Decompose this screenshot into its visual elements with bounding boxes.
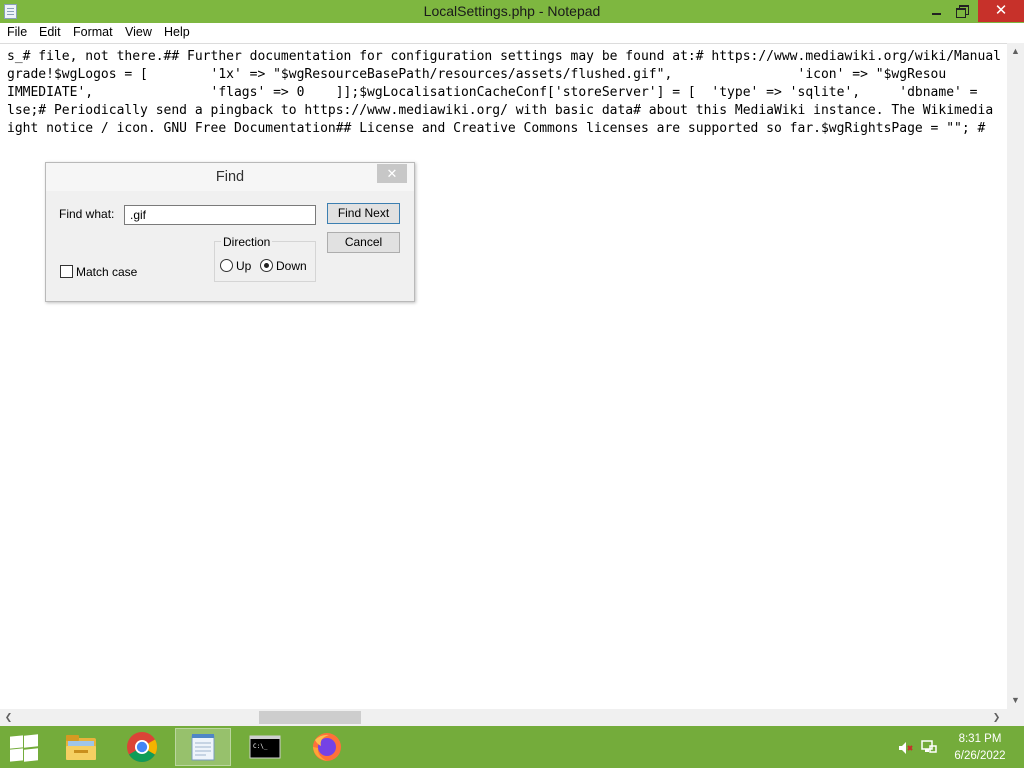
close-button[interactable]: ✕ <box>978 0 1024 22</box>
taskbar-chrome[interactable] <box>114 728 170 766</box>
windows-logo-icon <box>10 735 23 749</box>
scroll-right-arrow-icon[interactable]: ❯ <box>988 709 1005 726</box>
text-editor-area[interactable]: s_# file, not there.## Further documenta… <box>0 43 1007 709</box>
chrome-icon <box>127 732 158 763</box>
direction-down-radio[interactable] <box>260 259 273 272</box>
direction-up-label[interactable]: Up <box>236 259 251 273</box>
find-close-button[interactable]: ✕ <box>377 164 407 183</box>
find-what-label: Find what: <box>59 207 115 221</box>
windows-logo-icon <box>10 748 23 762</box>
find-dialog-title: Find <box>215 169 245 185</box>
taskbar-notepad[interactable] <box>175 728 231 766</box>
clock-time[interactable]: 8:31 PM <box>945 733 1015 745</box>
direction-down-label[interactable]: Down <box>276 259 307 273</box>
menu-bar: File Edit Format View Help <box>0 23 1024 43</box>
editor-line: s_# file, not there.## Further documenta… <box>7 49 1001 64</box>
menu-edit[interactable]: Edit <box>39 25 61 39</box>
cancel-button[interactable]: Cancel <box>327 232 400 253</box>
window-title-bar[interactable]: LocalSettings.php - Notepad ✕ <box>0 0 1024 23</box>
volume-muted-icon[interactable] <box>898 741 914 755</box>
maximize-button[interactable] <box>948 0 978 22</box>
firefox-icon <box>313 733 341 761</box>
scrollbar-corner <box>1007 709 1024 726</box>
notepad-icon <box>191 734 215 761</box>
folder-icon <box>66 735 96 760</box>
find-dialog-title-bar[interactable]: Find ✕ <box>46 163 414 191</box>
windows-logo-icon <box>24 734 38 748</box>
editor-line: grade!$wgLogos = [ '1x' => "$wgResourceB… <box>7 67 947 82</box>
scroll-up-arrow-icon[interactable]: ▲ <box>1007 43 1024 60</box>
match-case-checkbox[interactable] <box>60 265 73 278</box>
network-icon[interactable] <box>921 739 937 755</box>
clock-date[interactable]: 6/26/2022 <box>945 750 1015 762</box>
find-what-input[interactable] <box>124 205 316 225</box>
editor-line: ight notice / icon. GNU Free Documentati… <box>7 121 986 136</box>
window-title: LocalSettings.php - Notepad <box>423 3 601 19</box>
scroll-left-arrow-icon[interactable]: ❮ <box>0 709 17 726</box>
menu-help[interactable]: Help <box>164 25 190 39</box>
taskbar-command-prompt[interactable]: C:\_ <box>237 728 293 766</box>
vertical-scrollbar[interactable]: ▲ ▼ <box>1007 43 1024 709</box>
find-dialog: Find ✕ Find what: Find Next Cancel Direc… <box>45 162 415 302</box>
scroll-down-arrow-icon[interactable]: ▼ <box>1007 692 1024 709</box>
match-case-label[interactable]: Match case <box>76 265 137 279</box>
taskbar-file-explorer[interactable] <box>53 728 109 766</box>
start-button[interactable] <box>8 734 38 762</box>
menu-file[interactable]: File <box>7 25 27 39</box>
find-next-button[interactable]: Find Next <box>327 203 400 224</box>
taskbar: C:\_ 8:31 PM 6/26/2022 <box>0 726 1024 768</box>
svg-text:C:\_: C:\_ <box>253 743 268 750</box>
direction-label: Direction <box>221 235 273 249</box>
horizontal-scroll-thumb[interactable] <box>259 711 361 724</box>
menu-format[interactable]: Format <box>73 25 113 39</box>
menu-view[interactable]: View <box>125 25 152 39</box>
windows-logo-icon <box>24 748 38 762</box>
editor-line: IMMEDIATE', 'flags' => 0 ]];$wgLocalisat… <box>7 85 978 100</box>
editor-line: lse;# Periodically send a pingback to ht… <box>7 103 994 118</box>
command-prompt-icon: C:\_ <box>249 735 281 759</box>
taskbar-firefox[interactable] <box>299 728 355 766</box>
direction-up-radio[interactable] <box>220 259 233 272</box>
horizontal-scrollbar[interactable]: ❮ ❯ <box>0 709 1007 726</box>
